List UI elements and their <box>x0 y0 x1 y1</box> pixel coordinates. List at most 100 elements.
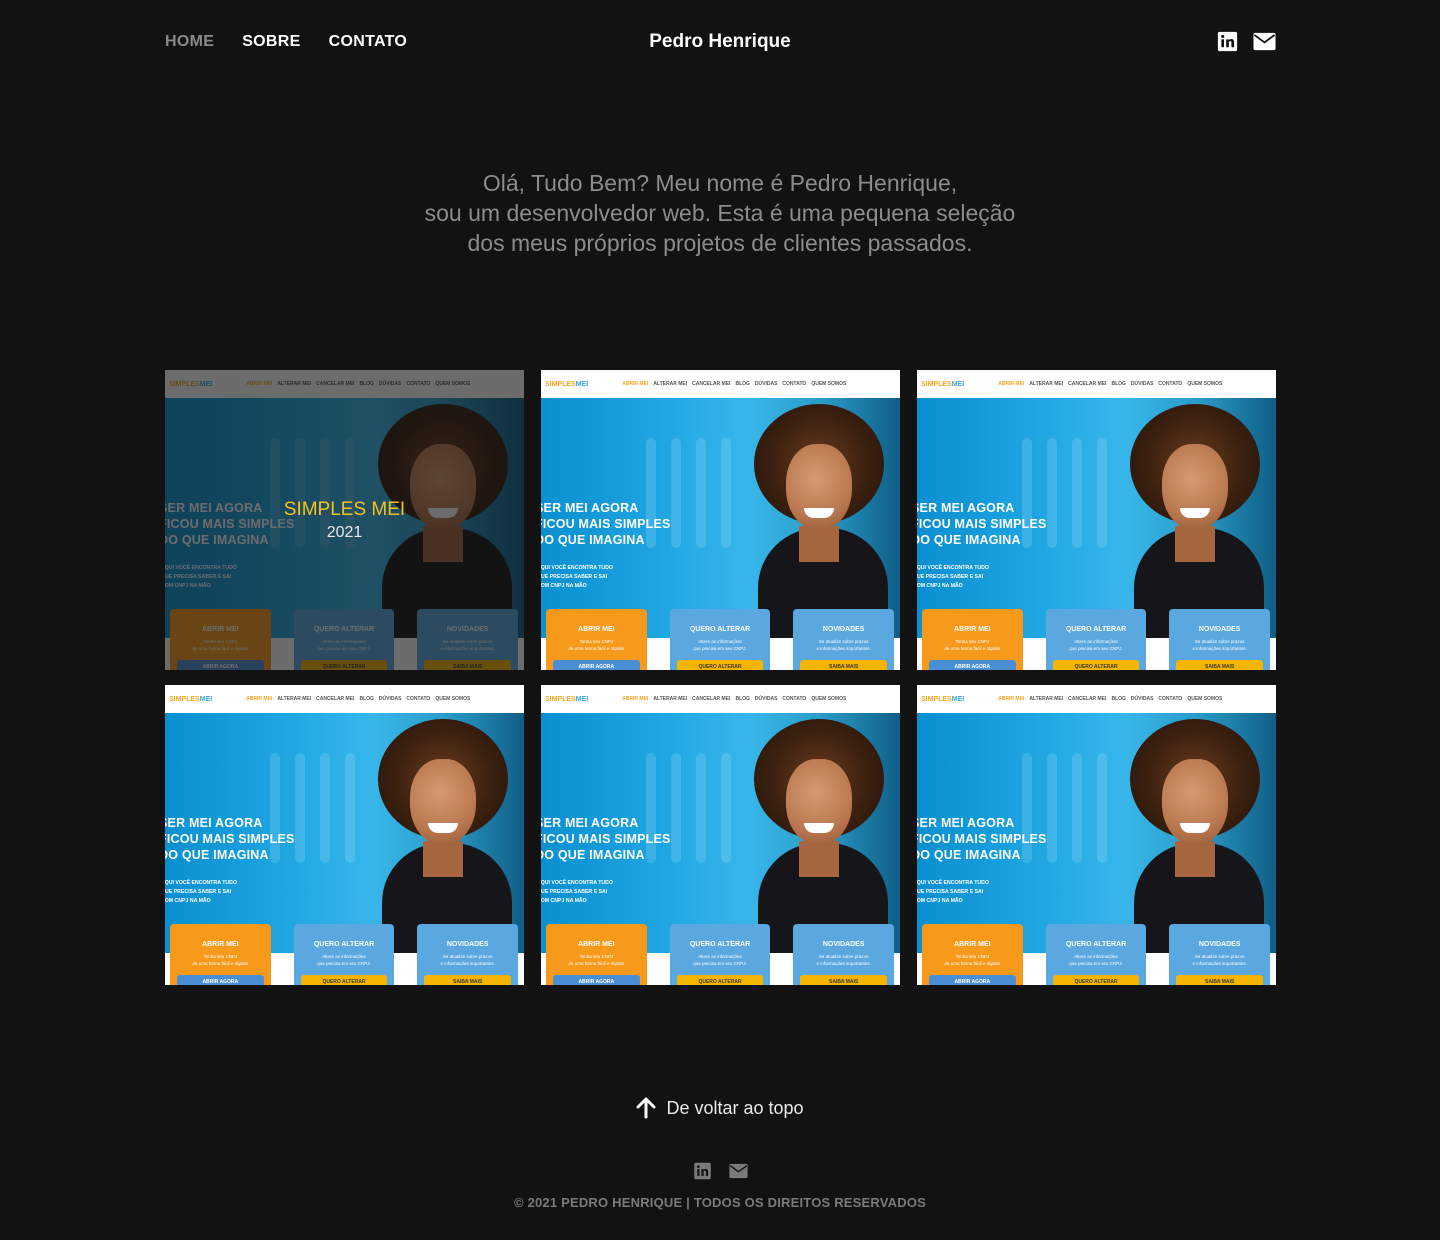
screenshot-card-title: NOVIDADES <box>822 626 865 633</box>
screenshot-menu-item: QUEM SOMOS <box>435 696 471 702</box>
screenshot-card-desc: Se atualize sobre prazose informações im… <box>1192 954 1247 966</box>
screenshot-service-card: NOVIDADES Se atualize sobre prazose infor… <box>417 924 519 985</box>
project-screenshot: SIMPLESMEI ABRIR MEI ALTERAR MEI CANCELAR … <box>917 370 1276 670</box>
screenshot-card-title: ABRIR MEI <box>578 941 615 948</box>
project-card-1[interactable]: SIMPLESMEI ABRIR MEIALTERAR MEICANCELAR … <box>165 370 524 670</box>
screenshot-navbar: SIMPLESMEI ABRIR MEI ALTERAR MEI CANCELAR … <box>917 685 1276 713</box>
linkedin-icon[interactable] <box>1216 31 1239 52</box>
screenshot-headline-line: DO QUE IMAGINA <box>541 848 645 862</box>
screenshot-menu: ABRIR MEI ALTERAR MEI CANCELAR MEI BLOG DÚVI… <box>998 696 1222 702</box>
screenshot-menu-item: ABRIR MEI <box>998 381 1025 387</box>
screenshot-menu-item: DÚVIDAS <box>754 696 778 702</box>
nav-home-link[interactable]: HOME <box>165 33 214 51</box>
screenshot-service-card: ABRIR MEI Tenha seu CNPJde uma forma fáci… <box>922 924 1023 985</box>
footer-social-links <box>0 1162 1440 1180</box>
screenshot-card-button: SAIBA MAIS <box>800 975 888 985</box>
screenshot-hero: SER MEI AGORA FICOU MAIS SIMPLES DO QUE IM… <box>917 713 1276 953</box>
project-card-4[interactable]: SIMPLESMEI ABRIR MEI ALTERAR MEI CANCELAR … <box>165 685 524 985</box>
envelope-icon[interactable] <box>1253 31 1276 52</box>
project-title: SIMPLES MEI <box>283 498 406 520</box>
screenshot-card-button: ABRIR AGORA <box>177 975 264 985</box>
project-screenshot: SIMPLESMEI ABRIR MEI ALTERAR MEI CANCELAR … <box>917 685 1276 985</box>
screenshot-menu-item: BLOG <box>735 381 750 387</box>
screenshot-card-desc: Tenha seu CNPJde uma forma fácil e rápid… <box>192 954 249 966</box>
screenshot-card-desc: Se atualize sobre prazose informações im… <box>816 954 871 966</box>
screenshot-card-desc: Se atualize sobre prazose informações im… <box>1192 639 1247 651</box>
screenshot-card-desc: Altere as informaçõesque precisa em seu … <box>693 639 747 651</box>
screenshot-menu-item: DÚVIDAS <box>378 696 402 702</box>
envelope-icon[interactable] <box>728 1162 748 1180</box>
screenshot-subtext-line: QUE PRECISA SABER E SAI <box>165 889 232 895</box>
screenshot-subtext-line: AQUI VOCÊ ENCONTRA TUDO <box>917 880 989 886</box>
screenshot-menu-item: ABRIR MEI <box>998 696 1025 702</box>
screenshot-subtext-line: COM CNPJ NA MÃO <box>541 898 587 904</box>
screenshot-headline-line: SER MEI AGORA <box>541 501 639 515</box>
screenshot-menu: ABRIR MEI ALTERAR MEI CANCELAR MEI BLOG DÚVI… <box>246 696 470 702</box>
brand-title[interactable]: Pedro Henrique <box>649 31 790 52</box>
nav-contato-link[interactable]: CONTATO <box>329 33 408 51</box>
screenshot-card-desc: Tenha seu CNPJde uma forma fácil e rápid… <box>568 954 625 966</box>
screenshot-navbar: SIMPLESMEI ABRIR MEI ALTERAR MEI CANCELAR … <box>541 370 900 398</box>
arrow-up-icon <box>636 1097 656 1119</box>
screenshot-card-title: QUERO ALTERAR <box>1065 626 1127 633</box>
screenshot-subtext: AQUI VOCÊ ENCONTRA TUDO QUE PRECISA SABER… <box>917 564 989 591</box>
screenshot-cards: ABRIR MEI Tenha seu CNPJde uma forma fáci… <box>922 609 1271 670</box>
screenshot-menu-item: ABRIR MEI <box>622 381 649 387</box>
project-screenshot: SIMPLESMEI ABRIR MEI ALTERAR MEI CANCELAR … <box>541 370 900 670</box>
project-card-3[interactable]: SIMPLESMEI ABRIR MEI ALTERAR MEI CANCELAR … <box>917 370 1276 670</box>
project-card-6[interactable]: SIMPLESMEI ABRIR MEI ALTERAR MEI CANCELAR … <box>917 685 1276 985</box>
screenshot-card-title: NOVIDADES <box>446 941 489 948</box>
screenshot-person <box>1120 398 1270 638</box>
screenshot-card-button: ABRIR AGORA <box>553 660 640 670</box>
screenshot-service-card: QUERO ALTERAR Altere as informaçõesque pr… <box>669 924 771 985</box>
screenshot-subtext: AQUI VOCÊ ENCONTRA TUDO QUE PRECISA SABER… <box>165 879 237 906</box>
screenshot-navbar: SIMPLESMEI ABRIR MEI ALTERAR MEI CANCELAR … <box>917 370 1276 398</box>
screenshot-logo: SIMPLESMEI <box>921 380 965 388</box>
screenshot-menu-item: ABRIR MEI <box>622 696 649 702</box>
screenshot-subtext: AQUI VOCÊ ENCONTRA TUDO QUE PRECISA SABER… <box>541 564 613 591</box>
screenshot-headline-line: SER MEI AGORA <box>917 501 1015 515</box>
screenshot-hero: SER MEI AGORA FICOU MAIS SIMPLES DO QUE IM… <box>541 713 900 953</box>
screenshot-subtext-line: COM CNPJ NA MÃO <box>541 583 587 589</box>
project-screenshot: SIMPLESMEI ABRIR MEI ALTERAR MEI CANCELAR … <box>165 685 524 985</box>
screenshot-card-button: QUERO ALTERAR <box>676 975 764 985</box>
screenshot-menu-item: CONTATO <box>1158 696 1183 702</box>
screenshot-menu: ABRIR MEI ALTERAR MEI CANCELAR MEI BLOG DÚVI… <box>622 381 846 387</box>
screenshot-service-card: NOVIDADES Se atualize sobre prazose infor… <box>793 924 895 985</box>
screenshot-card-button: SAIBA MAIS <box>424 975 512 985</box>
header-social-links <box>1216 31 1276 52</box>
screenshot-card-desc: Altere as informaçõesque precisa em seu … <box>1069 639 1123 651</box>
screenshot-headline-line: FICOU MAIS SIMPLES <box>165 832 295 846</box>
screenshot-card-button: SAIBA MAIS <box>1176 660 1264 670</box>
screenshot-headline: SER MEI AGORA FICOU MAIS SIMPLES DO QUE IM… <box>917 815 1047 863</box>
site-header: HOME SOBRE CONTATO Pedro Henrique <box>0 0 1440 84</box>
screenshot-headline: SER MEI AGORA FICOU MAIS SIMPLES DO QUE IM… <box>917 500 1047 548</box>
screenshot-card-button: QUERO ALTERAR <box>1052 660 1140 670</box>
screenshot-subtext-line: QUE PRECISA SABER E SAI <box>917 889 984 895</box>
nav-sobre-link[interactable]: SOBRE <box>242 33 300 51</box>
screenshot-card-title: QUERO ALTERAR <box>1065 941 1127 948</box>
screenshot-subtext-line: QUE PRECISA SABER E SAI <box>541 889 608 895</box>
project-card-2[interactable]: SIMPLESMEI ABRIR MEI ALTERAR MEI CANCELAR … <box>541 370 900 670</box>
screenshot-menu-item: QUEM SOMOS <box>811 696 847 702</box>
screenshot-subtext-line: COM CNPJ NA MÃO <box>165 898 211 904</box>
screenshot-card-button: ABRIR AGORA <box>929 660 1016 670</box>
screenshot-service-card: QUERO ALTERAR Altere as informaçõesque pr… <box>293 924 395 985</box>
screenshot-card-desc: Tenha seu CNPJde uma forma fácil e rápid… <box>944 639 1001 651</box>
screenshot-menu-item: QUEM SOMOS <box>1187 696 1223 702</box>
linkedin-icon[interactable] <box>693 1162 712 1180</box>
screenshot-card-desc: Altere as informaçõesque precisa em seu … <box>317 954 371 966</box>
screenshot-headline: SER MEI AGORA FICOU MAIS SIMPLES DO QUE IM… <box>541 500 671 548</box>
project-card-5[interactable]: SIMPLESMEI ABRIR MEI ALTERAR MEI CANCELAR … <box>541 685 900 985</box>
main-nav: HOME SOBRE CONTATO <box>165 33 407 51</box>
screenshot-service-card: ABRIR MEI Tenha seu CNPJde uma forma fáci… <box>922 609 1023 670</box>
screenshot-headline-line: SER MEI AGORA <box>917 816 1015 830</box>
screenshot-service-card: NOVIDADES Se atualize sobre prazose infor… <box>793 609 895 670</box>
projects-grid: SIMPLESMEI ABRIR MEI ALTERAR MEI CANCELAR … <box>165 370 1276 985</box>
screenshot-service-card: ABRIR MEI Tenha seu CNPJde uma forma fáci… <box>546 609 647 670</box>
screenshot-card-button: QUERO ALTERAR <box>300 975 388 985</box>
screenshot-cards: ABRIR MEI Tenha seu CNPJde uma forma fáci… <box>170 924 519 985</box>
screenshot-menu-item: CONTATO <box>782 696 807 702</box>
screenshot-headline-line: FICOU MAIS SIMPLES <box>917 517 1047 531</box>
back-to-top-link[interactable]: De voltar ao topo <box>636 1097 804 1119</box>
